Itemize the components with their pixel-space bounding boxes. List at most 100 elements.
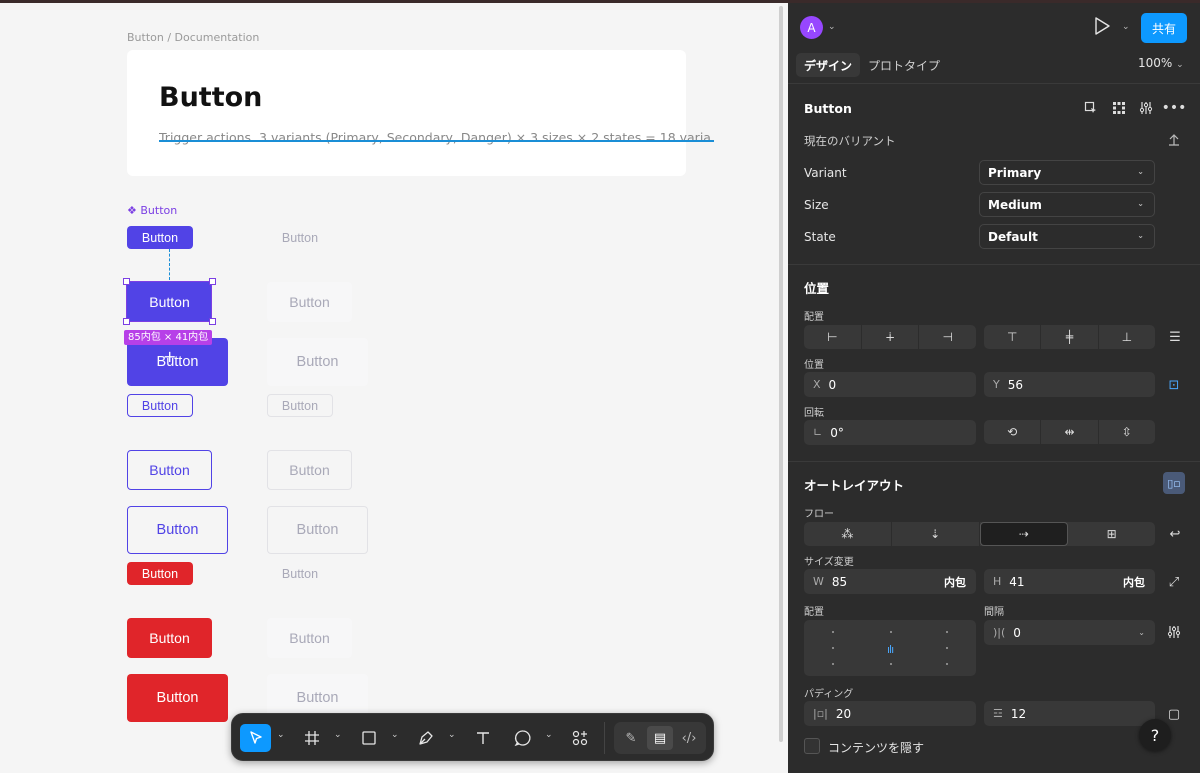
component-grid-icon[interactable] xyxy=(1110,99,1128,117)
resize-handle-top-left[interactable] xyxy=(123,278,130,285)
layout-settings-icon[interactable] xyxy=(1165,623,1183,641)
resize-handle-bottom-right[interactable] xyxy=(209,318,216,325)
button-secondary-small-disabled[interactable]: Button xyxy=(267,394,333,417)
chevron-down-icon[interactable]: ⌄ xyxy=(448,730,456,740)
component-set-label[interactable]: ❖ Button xyxy=(127,204,177,217)
button-secondary-medium-disabled[interactable]: Button xyxy=(267,450,352,490)
chevron-down-icon[interactable]: ⌄ xyxy=(334,730,342,740)
resize-handle-bottom-left[interactable] xyxy=(123,318,130,325)
button-danger-small-disabled[interactable]: Button xyxy=(267,562,333,585)
button-secondary-medium-default[interactable]: Button xyxy=(127,450,212,490)
go-to-main-component-icon[interactable] xyxy=(1082,99,1100,117)
width-field[interactable]: W 85 内包 xyxy=(804,569,976,594)
vertical-padding-field[interactable]: ☲ 12 xyxy=(984,701,1155,726)
button-danger-medium-disabled[interactable]: Button xyxy=(267,618,352,658)
text-tool-button[interactable] xyxy=(469,724,497,752)
chevron-down-icon[interactable]: ⌄ xyxy=(1138,628,1145,637)
button-danger-medium-default[interactable]: Button xyxy=(127,618,212,658)
variant-select[interactable]: Primary ⌄ xyxy=(979,160,1155,185)
size-select[interactable]: Medium ⌄ xyxy=(979,192,1155,217)
flip-horizontal-icon[interactable]: ⇹ xyxy=(1041,420,1099,444)
frame-tool-button[interactable] xyxy=(298,724,326,752)
help-button[interactable]: ? xyxy=(1139,719,1171,751)
button-secondary-large-disabled[interactable]: Button xyxy=(267,506,368,554)
adjustments-icon[interactable] xyxy=(1137,99,1155,117)
rotate-90-icon[interactable]: ⟲ xyxy=(984,420,1042,444)
dev-mode-button[interactable]: ‹/› xyxy=(676,726,702,750)
design-mode-button[interactable]: ▤ xyxy=(647,726,673,750)
flip-vertical-icon[interactable]: ⇳ xyxy=(1099,420,1155,444)
align-dot[interactable] xyxy=(946,663,948,665)
chevron-down-icon[interactable]: ⌄ xyxy=(277,730,285,740)
tab-design[interactable]: デザイン xyxy=(796,53,861,77)
width-mode[interactable]: 内包 xyxy=(944,574,966,590)
x-position-field[interactable]: X0 xyxy=(804,372,976,397)
distribute-icon[interactable]: ☰ xyxy=(1166,328,1184,346)
y-position-field[interactable]: Y 56 xyxy=(984,372,1155,397)
align-center-indicator-icon[interactable]: ılı xyxy=(887,643,894,656)
vertical-flow-icon[interactable]: ⇣ xyxy=(892,522,980,546)
user-avatar[interactable]: A xyxy=(800,16,823,39)
align-dot[interactable] xyxy=(832,647,834,649)
hide-content-checkbox[interactable] xyxy=(804,738,820,754)
align-dot[interactable] xyxy=(946,631,948,633)
align-dot[interactable] xyxy=(832,663,834,665)
individual-padding-icon[interactable]: ▢ xyxy=(1165,705,1183,723)
resize-to-fit-icon[interactable]: ⤢ xyxy=(1165,573,1183,591)
comment-tool-button[interactable] xyxy=(509,724,537,752)
constraints-icon[interactable]: ⊡ xyxy=(1165,376,1183,394)
align-left-icon[interactable]: ⊢ xyxy=(804,325,862,349)
align-dot[interactable] xyxy=(890,663,892,665)
align-dot[interactable] xyxy=(890,631,892,633)
frame-breadcrumb[interactable]: Button / Documentation xyxy=(127,31,259,44)
state-select[interactable]: Default ⌄ xyxy=(979,224,1155,249)
freeform-flow-icon[interactable]: ⁂ xyxy=(804,522,892,546)
align-dot[interactable] xyxy=(946,647,948,649)
resize-handle-top-right[interactable] xyxy=(209,278,216,285)
present-button[interactable] xyxy=(1094,17,1110,39)
button-danger-large-default[interactable]: Button xyxy=(127,674,228,722)
button-primary-medium-disabled[interactable]: Button xyxy=(267,282,352,322)
publish-upload-icon[interactable] xyxy=(1165,131,1183,149)
horizontal-flow-icon[interactable]: ⇢ xyxy=(979,522,1069,546)
chevron-down-icon[interactable]: ⌄ xyxy=(391,730,399,740)
align-top-icon[interactable]: ⊤ xyxy=(984,325,1042,349)
button-primary-large-default[interactable]: Button xyxy=(127,338,228,386)
horizontal-padding-field[interactable]: |▫| 20 xyxy=(804,701,976,726)
chevron-down-icon[interactable]: ⌄ xyxy=(828,22,836,32)
grid-flow-icon[interactable]: ⊞ xyxy=(1068,522,1155,546)
components-tool-button[interactable] xyxy=(566,724,594,752)
button-primary-small-default[interactable]: Button xyxy=(127,226,193,249)
chevron-down-icon[interactable]: ⌄ xyxy=(1122,22,1130,32)
align-dot[interactable] xyxy=(832,631,834,633)
auto-layout-toggle-icon[interactable]: ▯▫ xyxy=(1163,472,1185,494)
rotation-field[interactable]: ∟ 0° xyxy=(804,420,976,445)
wrap-icon[interactable]: ↩ xyxy=(1166,525,1184,543)
tab-prototype[interactable]: プロトタイプ xyxy=(860,53,948,77)
button-primary-medium-default[interactable]: Button xyxy=(127,282,212,322)
height-mode[interactable]: 内包 xyxy=(1123,574,1145,590)
rectangle-tool-button[interactable] xyxy=(355,724,383,752)
gap-field[interactable]: )|(0 ⌄ xyxy=(984,620,1155,645)
canvas-scrollbar[interactable] xyxy=(779,6,783,742)
zoom-level[interactable]: 100% ⌄ xyxy=(1138,56,1184,70)
draw-mode-button[interactable]: ✎ xyxy=(618,726,644,750)
align-bottom-icon[interactable]: ⊥ xyxy=(1099,325,1155,349)
share-button[interactable]: 共有 xyxy=(1141,13,1187,43)
move-tool-button[interactable] xyxy=(240,724,271,752)
pen-tool-button[interactable] xyxy=(412,724,440,752)
chevron-down-icon[interactable]: ⌄ xyxy=(545,730,553,740)
component-name[interactable]: Button xyxy=(804,101,852,116)
alignment-grid[interactable]: ılı xyxy=(804,620,976,676)
button-primary-large-disabled[interactable]: Button xyxy=(267,338,368,386)
align-center-horizontal-icon[interactable]: ∔ xyxy=(862,325,920,349)
button-secondary-small-default[interactable]: Button xyxy=(127,394,193,417)
documentation-card[interactable]: Button Trigger actions. 3 variants (Prim… xyxy=(127,50,711,176)
align-right-icon[interactable]: ⊣ xyxy=(919,325,976,349)
button-danger-small-default[interactable]: Button xyxy=(127,562,193,585)
height-field[interactable]: H 41 内包 xyxy=(984,569,1155,594)
align-middle-icon[interactable]: ╪ xyxy=(1041,325,1099,349)
more-options-icon[interactable]: ••• xyxy=(1162,99,1187,117)
button-secondary-large-default[interactable]: Button xyxy=(127,506,228,554)
button-primary-small-disabled[interactable]: Button xyxy=(267,226,333,249)
